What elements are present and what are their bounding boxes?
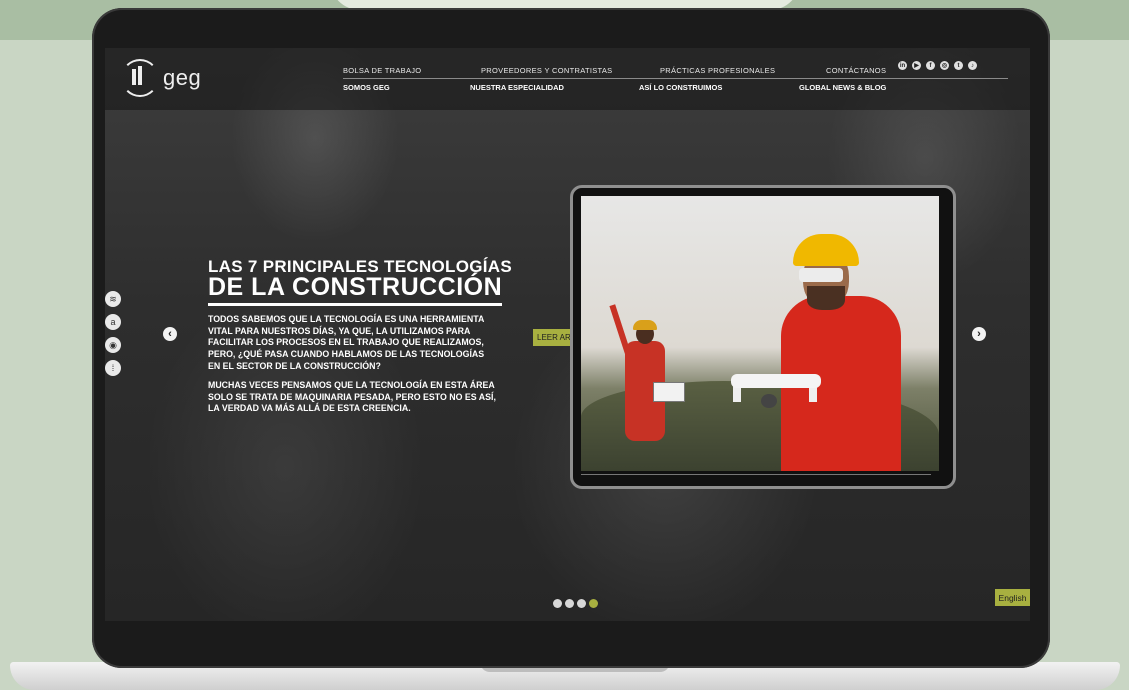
website-screen: geg BOLSA DE TRABAJO PROVEEDORES Y CONTR… <box>105 48 1030 621</box>
twitter-icon[interactable]: t <box>954 61 963 70</box>
instagram-icon[interactable]: ◎ <box>940 61 949 70</box>
podcast-sidebar: ≋ a ◉ ⁞ <box>105 291 121 376</box>
photo-tablet-device <box>653 382 685 402</box>
youtube-icon[interactable]: ▶ <box>912 61 921 70</box>
carousel-dot[interactable] <box>565 599 574 608</box>
photo-worker2-helmet <box>793 234 859 266</box>
hero-paragraph-1: TODOS SABEMOS QUE LA TECNOLOGÍA ES UNA H… <box>208 314 485 371</box>
hero-title-underline <box>208 303 502 306</box>
photo-drone-camera <box>761 394 777 408</box>
nav-bolsa-de-trabajo[interactable]: BOLSA DE TRABAJO <box>343 66 421 75</box>
nav-proveedores[interactable]: PROVEEDORES Y CONTRATISTAS <box>481 66 612 75</box>
amazon-icon[interactable]: a <box>105 314 121 330</box>
photo-worker2-beard <box>807 286 845 310</box>
nav-practicas[interactable]: PRÁCTICAS PROFESIONALES <box>660 66 775 75</box>
podcasts-icon[interactable]: ◉ <box>105 337 121 353</box>
nav-blog[interactable]: GLOBAL NEWS & BLOG <box>799 83 886 92</box>
nav-divider <box>343 78 1008 79</box>
spotify-icon[interactable]: ≋ <box>105 291 121 307</box>
tiktok-icon[interactable]: ♪ <box>968 61 977 70</box>
tablet-mockup <box>570 185 956 489</box>
carousel-dot[interactable] <box>577 599 586 608</box>
carousel-next-button[interactable]: › <box>972 327 986 341</box>
google-podcasts-icon[interactable]: ⁞ <box>105 360 121 376</box>
logo-mark-icon <box>121 59 159 97</box>
photo-drone <box>731 374 821 388</box>
carousel-dot[interactable] <box>553 599 562 608</box>
carousel-dot-active[interactable] <box>589 599 598 608</box>
hero-title-line2: DE LA CONSTRUCCIÓN <box>208 273 503 301</box>
photo-vr-visor <box>799 268 843 282</box>
nav-especialidad[interactable]: NUESTRA ESPECIALIDAD <box>470 83 564 92</box>
nav-somos-geg[interactable]: SOMOS GEG <box>343 83 390 92</box>
photo-worker1-helmet <box>633 320 657 330</box>
nav-construimos[interactable]: ASÍ LO CONSTRUIMOS <box>639 83 722 92</box>
tablet-bottom-bar <box>581 474 931 475</box>
linkedin-icon[interactable]: in <box>898 61 907 70</box>
header-nav: geg BOLSA DE TRABAJO PROVEEDORES Y CONTR… <box>105 48 1030 110</box>
carousel-dots <box>553 599 598 608</box>
geg-logo[interactable]: geg <box>121 59 202 97</box>
language-switch-button[interactable]: English <box>995 589 1030 606</box>
hero-photo-drone-workers <box>581 196 939 471</box>
hero-paragraph-2: MUCHAS VECES PENSAMOS QUE LA TECNOLOGÍA … <box>208 380 496 414</box>
logo-text: geg <box>163 65 202 90</box>
social-links: in ▶ f ◎ t ♪ <box>898 61 977 70</box>
facebook-icon[interactable]: f <box>926 61 935 70</box>
carousel-prev-button[interactable]: ‹ <box>163 327 177 341</box>
nav-contactanos[interactable]: CONTÁCTANOS <box>826 66 886 75</box>
